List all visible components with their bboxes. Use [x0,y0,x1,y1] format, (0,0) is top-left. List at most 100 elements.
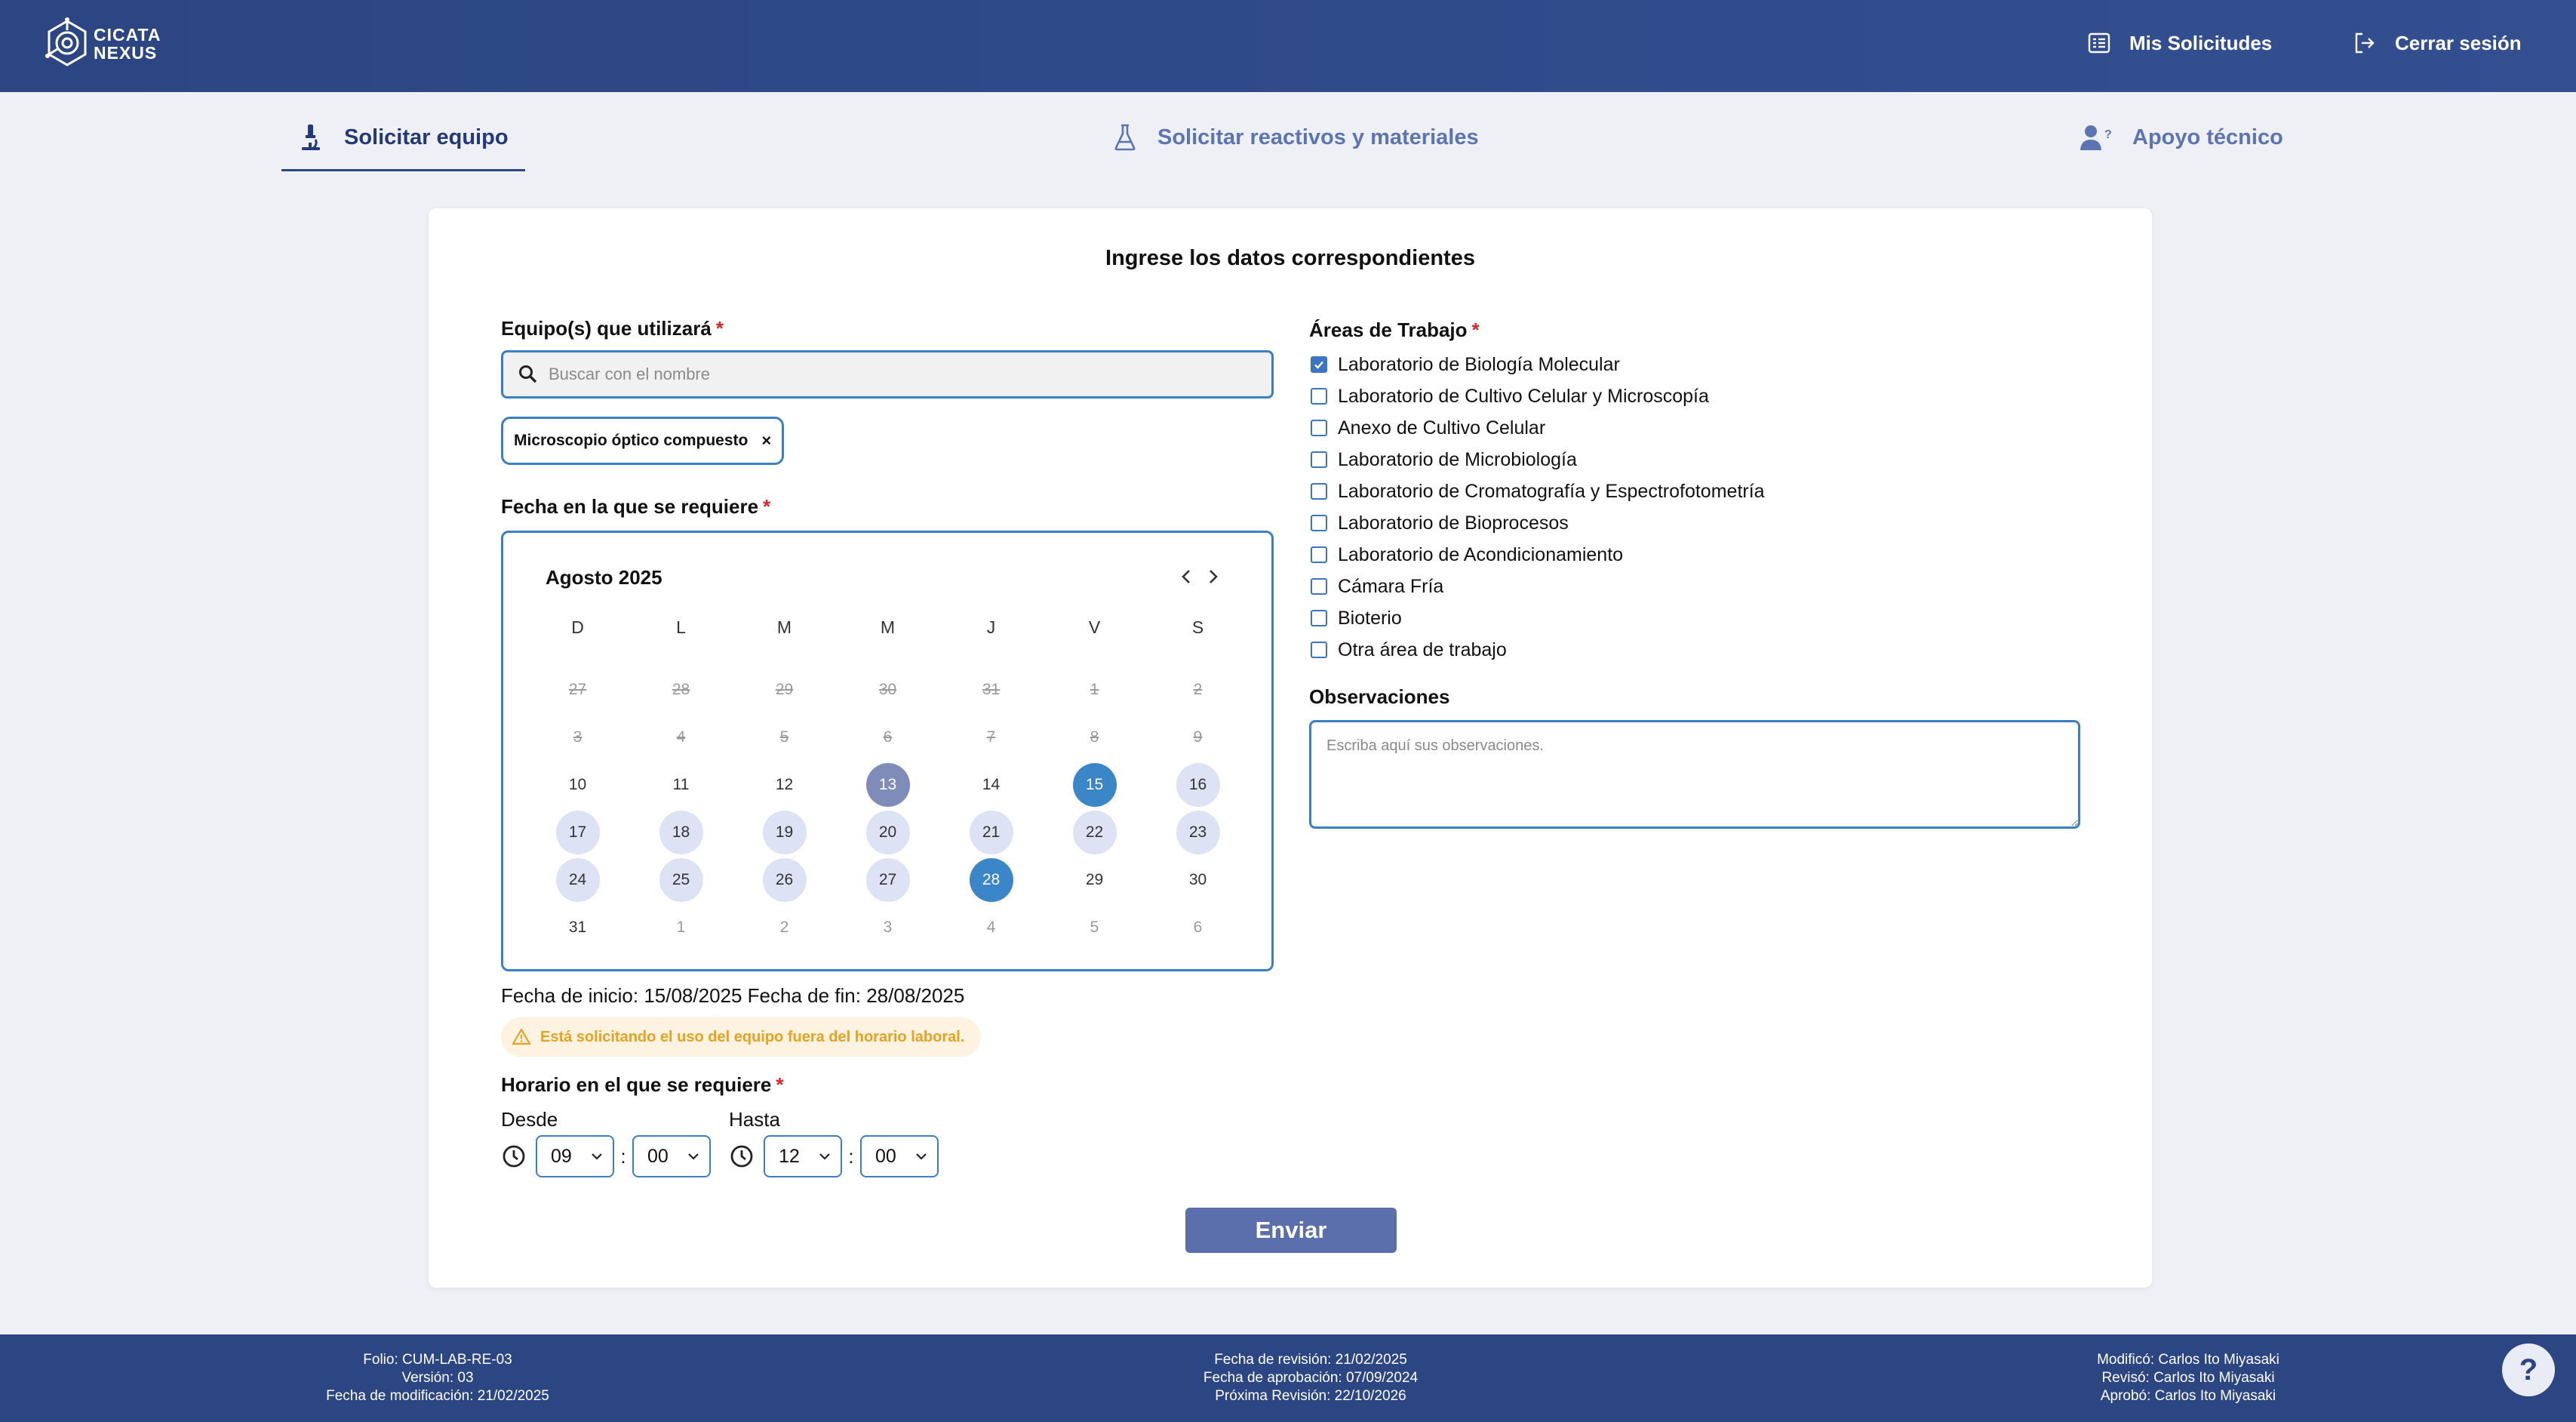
work-area-checkbox[interactable]: Laboratorio de Bioprocesos [1309,507,2064,539]
calendar-day[interactable]: 16 [1146,761,1250,808]
calendar-day[interactable]: 14 [939,761,1043,808]
equipment-search-input[interactable] [549,365,1228,384]
weekday-label: M [776,617,792,637]
from-time: 09 : 00 [501,1135,711,1177]
to-minute-select[interactable]: 00 [860,1135,939,1177]
from-hour-select[interactable]: 09 [536,1135,614,1177]
calendar-day[interactable]: 15 [1043,761,1146,808]
calendar-day[interactable]: 1 [629,903,733,951]
request-form-card: Ingrese los datos correspondientes Equip… [429,208,2152,1288]
to-minute-value: 00 [875,1145,896,1167]
tab-technical-support[interactable]: ? Apoyo técnico [2080,113,2283,162]
work-area-checkbox[interactable]: Laboratorio de Acondicionamiento [1309,539,2064,571]
checkbox-empty-icon[interactable] [1311,610,1327,626]
calendar-week: 24 25 26 27 28 29 30 [526,856,1250,903]
calendar-day[interactable]: 27 [836,856,939,903]
calendar-day-number: 21 [969,810,1013,854]
cicata-nexus-logo[interactable]: CICATA NEXUS [44,17,164,71]
tab-request-reagents[interactable]: Solicitar reactivos y materiales [1112,113,1479,162]
footer-signatures: Modificó: Carlos Ito Miyasaki Revisó: Ca… [2037,1351,2339,1405]
calendar-day[interactable]: 28 [939,856,1043,903]
calendar-day[interactable]: 10 [526,761,629,808]
checkbox-empty-icon[interactable] [1311,515,1327,531]
calendar-weekdays: DLMMJVS [526,617,1250,654]
work-area-checkbox[interactable]: Laboratorio de Microbiología [1309,444,2064,476]
checkbox-checked-icon[interactable] [1311,356,1327,373]
calendar-day[interactable]: 3 [836,903,939,951]
work-area-checkbox[interactable]: Bioterio [1309,602,2064,634]
calendar-week: 3 4 5 6 7 8 9 [526,713,1250,761]
footer-approved-by: Aprobó: Carlos Ito Miyasaki [2100,1388,2276,1404]
calendar-day-number: 12 [775,775,794,793]
tab-label: Solicitar reactivos y materiales [1157,125,1479,149]
to-label: Hasta [729,1108,780,1131]
calendar-day[interactable]: 6 [1146,903,1250,951]
calendar-day[interactable]: 17 [526,808,629,856]
calendar-day[interactable]: 19 [733,808,836,856]
calendar-day: 7 [939,713,1043,761]
to-hour-select[interactable]: 12 [764,1135,842,1177]
calendar-week: 27 28 29 30 31 1 2 [526,666,1250,713]
checkbox-empty-icon[interactable] [1311,578,1327,595]
calendar-day[interactable]: 30 [1146,856,1250,903]
calendar-day-number: 8 [1090,728,1099,746]
calendar-day[interactable]: 4 [939,903,1043,951]
checkbox-empty-icon[interactable] [1311,483,1327,500]
work-area-checkbox[interactable]: Laboratorio de Cultivo Celular y Microsc… [1309,380,2064,412]
tab-request-equipment[interactable]: Solicitar equipo [299,113,509,162]
calendar-day[interactable]: 20 [836,808,939,856]
work-area-checkbox[interactable]: Otra área de trabajo [1309,634,2064,666]
my-requests-button[interactable]: Mis Solicitudes [2087,27,2272,59]
calendar-day[interactable]: 21 [939,808,1043,856]
work-area-checkbox[interactable]: Laboratorio de Cromatografía y Espectrof… [1309,476,2064,507]
work-area-checkbox[interactable]: Laboratorio de Biología Molecular [1309,349,2064,380]
help-button[interactable]: ? [2502,1344,2555,1396]
checkbox-empty-icon[interactable] [1311,642,1327,658]
calendar-day[interactable]: 18 [629,808,733,856]
submit-button[interactable]: Enviar [1185,1208,1397,1253]
calendar-day[interactable]: 2 [733,903,836,951]
calendar-day-number: 9 [1193,728,1203,746]
checkbox-empty-icon[interactable] [1311,546,1327,563]
time-separator: : [848,1144,854,1168]
footer-document-info: Folio: CUM-LAB-RE-03 Versión: 03 Fecha d… [287,1351,589,1405]
observations-textarea[interactable] [1309,720,2080,829]
calendar-day[interactable]: 22 [1043,808,1146,856]
work-area-checkbox[interactable]: Cámara Fría [1309,571,2064,602]
weekday-label: M [880,617,896,637]
calendar-day-number: 26 [762,857,807,902]
chip-remove-button[interactable]: × [761,431,771,451]
footer-approval-date: Fecha de aprobación: 07/09/2024 [1203,1370,1419,1386]
calendar-day-number: 15 [1072,762,1117,807]
chevron-left-icon [1182,570,1190,583]
footer-version: Versión: 03 [401,1370,474,1386]
calendar-day[interactable]: 23 [1146,808,1250,856]
footer-modified-by: Modificó: Carlos Ito Miyasaki [2097,1352,2279,1368]
calendar-day[interactable]: 29 [1043,856,1146,903]
calendar-day[interactable]: 24 [526,856,629,903]
calendar-day[interactable]: 11 [629,761,733,808]
calendar-day[interactable]: 5 [1043,903,1146,951]
calendar-day: 4 [629,713,733,761]
calendar-day: 31 [939,666,1043,713]
from-minute-select[interactable]: 00 [632,1135,711,1177]
work-area-checkbox[interactable]: Anexo de Cultivo Celular [1309,412,2064,444]
calendar-day-number: 11 [672,775,690,793]
checkbox-empty-icon[interactable] [1311,451,1327,468]
calendar-day[interactable]: 31 [526,903,629,951]
calendar-month: Agosto 2025 [546,566,662,589]
calendar-next-button[interactable] [1203,565,1224,589]
calendar-day-number: 22 [1072,810,1117,854]
logout-button[interactable]: Cerrar sesión [2353,27,2522,59]
checkbox-empty-icon[interactable] [1311,388,1327,405]
calendar-day[interactable]: 13 [836,761,939,808]
chevron-down-icon [688,1153,699,1160]
calendar-day[interactable]: 12 [733,761,836,808]
equipment-search[interactable] [501,350,1274,399]
calendar-day[interactable]: 26 [733,856,836,903]
calendar-day[interactable]: 25 [629,856,733,903]
calendar-prev-button[interactable] [1176,565,1197,589]
date-label-text: Fecha en la que se requiere [501,495,759,518]
checkbox-empty-icon[interactable] [1311,420,1327,436]
active-tab-indicator [281,169,525,171]
